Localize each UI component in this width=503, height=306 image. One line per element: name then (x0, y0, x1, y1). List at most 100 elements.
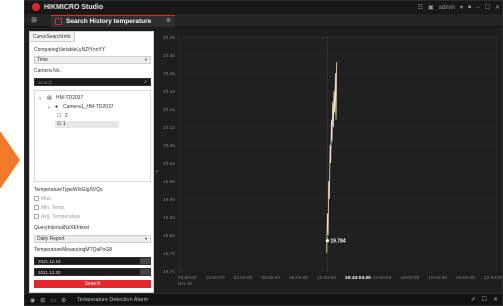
date-start-input[interactable]: 2021.12.18 (34, 257, 151, 265)
status-settings-icon[interactable]: ⚙ (61, 297, 66, 304)
query-interval-value: Daily Report (37, 236, 65, 242)
grid-icon[interactable]: ☷ (418, 4, 423, 11)
checkbox-avg-label: Avg. Temperature (41, 214, 81, 220)
x-tick-label: 19:43:04.00 (345, 275, 371, 281)
tree-camera-node[interactable]: Camera1_HM-TD2037 (63, 104, 114, 111)
status-right-icons: ⇗ ☐ ✕ (471, 294, 498, 305)
checkbox-box-icon (34, 214, 39, 219)
checkbox-max[interactable]: Max. (34, 196, 52, 203)
status-text: Temperature Detection Alarm (77, 297, 149, 303)
query-interval-select[interactable]: Daily Report ▼ (34, 235, 151, 243)
chevron-down-icon: ▼ (144, 236, 148, 241)
search-button[interactable]: Search (34, 280, 151, 288)
chart-svg: 20.35 20.30 20.25 20.20 20.15 20.10 20.05 20.00… (163, 35, 502, 286)
checkbox-box-icon (34, 196, 39, 201)
chevron-down-icon: ▼ (144, 57, 148, 62)
x-tick-label: 10:00:00 (317, 275, 336, 281)
checkbox-icon[interactable]: ☐ (57, 113, 61, 120)
tab-label: Search History temperature (66, 18, 152, 25)
tree-child-2[interactable]: 2 (65, 113, 68, 120)
tab-close-icon[interactable]: ⊗ (166, 16, 171, 27)
comparing-variable-value: Time (37, 57, 48, 63)
x-tick-label: 04:00:00 (234, 275, 253, 281)
camera-search-input[interactable]: Search ⌕ (34, 78, 151, 86)
pin-icon[interactable]: ⇗ (471, 294, 476, 305)
panel-tab-curve-search-info[interactable]: CurveSearchInfo (30, 32, 75, 42)
status-camera-icon[interactable]: ◉ (30, 297, 35, 304)
user-name[interactable]: admin (439, 5, 455, 11)
plot-area (178, 36, 498, 272)
x-tick-sublabel: Dec 20 (178, 281, 193, 286)
minimize-icon[interactable]: – (476, 5, 479, 11)
x-tick-label: 14:00:00 (373, 275, 392, 281)
device-icon: ▤ (47, 95, 52, 101)
checkbox-checked-icon[interactable]: ☑ (57, 121, 61, 127)
x-tick-label: 18:00:00 (428, 275, 447, 281)
titlebar-controls: ☷ ▣ admin ▾ 🔒︎ – ☐ ✕ (418, 2, 500, 13)
tree-camera-expand-icon[interactable]: ⌄ (47, 104, 51, 111)
y-tick-label: 20.05 (163, 143, 175, 149)
comparing-variable-select[interactable]: Time ▼ (34, 56, 151, 64)
y-tick-label: 20.25 (163, 71, 175, 77)
camera-icon: ● (55, 104, 59, 110)
checkbox-max-label: Max. (41, 196, 52, 202)
x-tick-label: 06:00:00 (261, 275, 280, 281)
close-icon[interactable]: ✕ (493, 294, 498, 305)
status-grid-icon[interactable]: ⊞ (40, 297, 45, 304)
status-monitor-icon[interactable]: ▭ (50, 297, 56, 304)
x-tick-label: 16:00:00 (401, 275, 420, 281)
tree-child-1-row[interactable]: ☑ 1 (55, 121, 119, 128)
checkbox-min[interactable]: Min. Temp. (34, 205, 65, 212)
tree-device-node[interactable]: HM-TD2037 (56, 95, 83, 102)
lock-icon[interactable]: 🔒︎ (468, 4, 471, 11)
point-marker (325, 239, 329, 243)
y-tick-label: 20.35 (163, 35, 175, 41)
calendar-icon[interactable] (140, 258, 150, 264)
search-icon[interactable]: ⌕ (144, 79, 147, 86)
measuring-time-label: TemperatureMeasuringMTQaPoG8 (34, 247, 113, 253)
y-tick-label: 19.90 (163, 197, 175, 203)
tab-bar: ⊞ Search History temperature ⊗ (25, 14, 502, 27)
app-brand: HIKMICRO Studio (44, 4, 104, 11)
y-tick-label: 19.80 (163, 233, 175, 239)
tab-thermometer-icon (55, 18, 62, 25)
checkbox-min-label: Min. Temp. (41, 205, 66, 211)
curve-search-panel: CurveSearchInfo ComparingVariableLyNZfYn… (29, 31, 154, 293)
tab-search-history-temperature[interactable]: Search History temperature ⊗ (51, 15, 175, 27)
x-tick-label: 08:00:00 (289, 275, 308, 281)
y-tick-label: 20.10 (163, 125, 175, 131)
calendar-icon[interactable] (140, 269, 150, 275)
checkbox-avg[interactable]: Avg. Temperature (34, 214, 80, 221)
user-caret-icon[interactable]: ▾ (460, 4, 463, 11)
y-tick-label: 19.85 (163, 215, 175, 221)
maximize-icon[interactable]: ☐ (485, 4, 490, 11)
y-tick-label: 19.95 (163, 179, 175, 185)
titlebar: HIKMICRO Studio ☷ ▣ admin ▾ 🔒︎ – ☐ ✕ (25, 1, 502, 14)
temperature-chart[interactable]: 20.35 20.30 20.25 20.20 20.15 20.10 20.05 20.00… (161, 31, 502, 293)
status-icons: ◉ ⊞ ▭ ⚙ (30, 297, 66, 304)
date-end-input[interactable]: 2021.12.20 (34, 268, 151, 276)
status-bar: ◉ ⊞ ▭ ⚙ Temperature Detection Alarm ⇗ ☐ … (25, 293, 502, 305)
screenshot-stage: HIKMICRO Studio ☷ ▣ admin ▾ 🔒︎ – ☐ ✕ ⊞ S… (0, 0, 503, 306)
fullscreen-icon[interactable]: ☐ (482, 294, 487, 305)
monitor-icon[interactable]: ▣ (428, 4, 434, 11)
y-tick-label: 19.70 (163, 269, 175, 275)
comparing-variable-label: ComparingVariableLyNZfYnnYY (34, 47, 106, 53)
date-start-value: 2021.12.18 (38, 259, 61, 264)
date-end-value: 2021.12.20 (38, 270, 61, 275)
y-tick-label: 20.30 (163, 53, 175, 59)
home-grid-icon[interactable]: ⊞ (29, 16, 39, 25)
y-tick-label: 20.20 (163, 89, 175, 95)
point-value-label: 19.784 (330, 238, 346, 244)
close-icon[interactable]: ✕ (495, 4, 500, 11)
x-tick-label: 22:00:00 (484, 275, 502, 281)
temperature-type-label: TemperatureTypeWIsGIgSVQs (34, 187, 103, 193)
y-tick-label: 20.00 (163, 161, 175, 167)
app-window: HIKMICRO Studio ☷ ▣ admin ▾ 🔒︎ – ☐ ✕ ⊞ S… (24, 0, 503, 306)
hikmicro-logo-icon (32, 3, 40, 11)
search-placeholder: Search (38, 80, 53, 85)
checkbox-box-icon (34, 205, 39, 210)
y-tick-label: 19.75 (163, 251, 175, 257)
tree-expand-icon[interactable]: ⌄ (38, 95, 42, 102)
panel-collapse-handle-icon[interactable]: ‹ (156, 169, 158, 175)
